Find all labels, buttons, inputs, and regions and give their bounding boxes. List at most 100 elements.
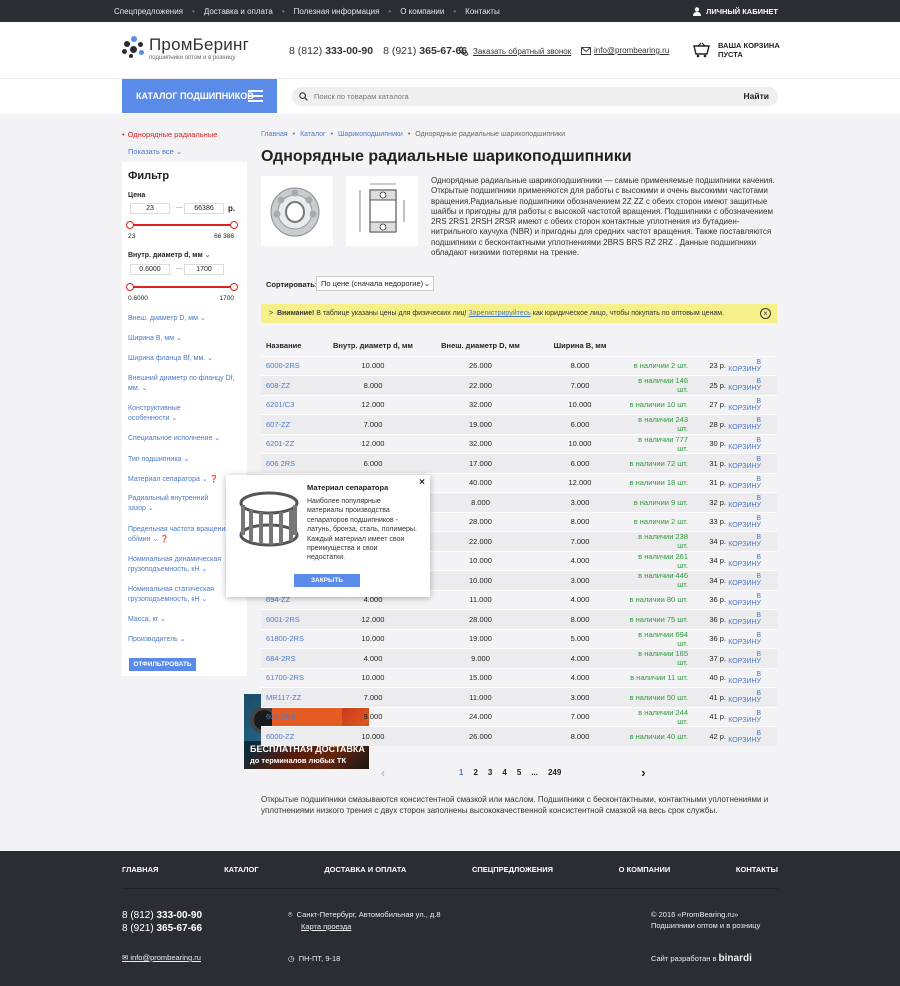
help-icon[interactable]: ❓ — [160, 536, 169, 543]
search-input[interactable]: Поиск по товарам каталога — [314, 92, 409, 101]
footer-nav-contacts[interactable]: КОНТАКТЫ — [736, 865, 778, 874]
email-link[interactable]: info@prombearing.ru — [581, 46, 669, 55]
add-to-cart-button[interactable]: В КОРЗИНУ — [726, 394, 777, 415]
footer-nav-catalog[interactable]: КАТАЛОГ — [224, 865, 259, 874]
callback-link[interactable]: Заказать обратный звонок — [459, 46, 571, 56]
sort-select[interactable]: По цене (сначала недорогие) ⌄ — [316, 276, 434, 291]
filter-special[interactable]: Специальное исполнение ⌄ — [128, 434, 220, 444]
add-to-cart-button[interactable]: В КОРЗИНУ — [726, 589, 777, 610]
footer-nav-delivery[interactable]: ДОСТАВКА И ОПЛАТА — [324, 865, 406, 874]
add-to-cart-button[interactable]: В КОРЗИНУ — [726, 667, 777, 688]
page-2[interactable]: 2 — [473, 768, 477, 777]
product-name[interactable]: 6001-2RS — [261, 609, 319, 629]
filter-outer-d[interactable]: Внеш. диаметр D, мм ⌄ — [128, 314, 206, 324]
top-nav-about[interactable]: О компании — [400, 7, 444, 16]
price-slider[interactable] — [126, 221, 238, 229]
filter-width[interactable]: Ширина B, мм ⌄ — [128, 334, 182, 344]
add-to-cart-button[interactable]: В КОРЗИНУ — [726, 414, 777, 434]
product-name[interactable]: 607-ZZ — [261, 414, 319, 434]
phone-1[interactable]: 8 (812) 333-00-90 — [289, 45, 373, 57]
next-page-icon[interactable]: › — [641, 765, 645, 780]
close-icon[interactable]: × — [760, 308, 771, 319]
inner-d-label[interactable]: Внутр. диаметр d, мм ⌄ — [128, 251, 210, 259]
show-all-link[interactable]: Показать все ⌄ — [128, 147, 247, 156]
help-icon[interactable]: ❓ — [210, 476, 219, 483]
add-to-cart-button[interactable]: В КОРЗИНУ — [726, 453, 777, 473]
filter-button[interactable]: ОТФИЛЬТРОВАТЬ — [129, 658, 196, 671]
col-name[interactable]: Название — [261, 336, 319, 356]
add-to-cart-button[interactable]: В КОРЗИНУ — [726, 706, 777, 727]
phone-2[interactable]: 8 (921) 365-67-66 — [383, 45, 467, 57]
prev-page-icon[interactable]: ‹ — [381, 766, 385, 780]
product-name[interactable]: 609-2RS — [261, 706, 319, 727]
add-to-cart-button[interactable]: В КОРЗИНУ — [726, 726, 777, 746]
filter-manufacturer[interactable]: Производитель ⌄ — [128, 635, 186, 645]
product-name[interactable]: 608-ZZ — [261, 375, 319, 395]
footer-nav-about[interactable]: О КОМПАНИИ — [619, 865, 671, 874]
map-link[interactable]: Карта проезда — [301, 922, 351, 931]
col-inner-d[interactable]: Внутр. диаметр d, мм — [319, 336, 427, 356]
filter-mass[interactable]: Масса, кг ⌄ — [128, 615, 166, 625]
filter-cage-material[interactable]: Материал сепаратора ⌄ ❓ — [128, 475, 218, 485]
inner-d-max-input[interactable]: 1700 — [184, 264, 224, 275]
price-min-input[interactable]: 23 — [130, 203, 170, 214]
add-to-cart-button[interactable]: В КОРЗИНУ — [726, 472, 777, 493]
filter-flange-width[interactable]: Ширина фланца Bf, мм. ⌄ — [128, 354, 213, 364]
product-name[interactable]: 684-2RS — [261, 648, 319, 668]
col-width[interactable]: Ширина B, мм — [534, 336, 626, 356]
logo[interactable]: ПромБеринг подшипники оптом и в розницу — [122, 35, 249, 61]
product-name[interactable]: 606 2RS — [261, 453, 319, 473]
price-max-input[interactable]: 66386 — [184, 203, 224, 214]
catalog-button[interactable]: КАТАЛОГ ПОДШИПНИКОВ — [122, 79, 277, 113]
product-name[interactable]: 61700-2RS — [261, 667, 319, 688]
page-last[interactable]: 249 — [548, 768, 561, 777]
page-3[interactable]: 3 — [488, 768, 492, 777]
add-to-cart-button[interactable]: В КОРЗИНУ — [726, 375, 777, 395]
sidebar-active-category[interactable]: Однорядные радиальные — [122, 130, 247, 139]
product-name[interactable]: 6201/C3 — [261, 394, 319, 415]
filter-clearance[interactable]: Радиальный внутренний зазор ⌄ — [128, 494, 228, 514]
add-to-cart-button[interactable]: В КОРЗИНУ — [726, 355, 777, 376]
product-name[interactable]: 6000-2RS — [261, 355, 319, 376]
register-link[interactable]: Зарегистрируйтесь — [469, 310, 531, 317]
add-to-cart-button[interactable]: В КОРЗИНУ — [726, 531, 777, 551]
filter-design[interactable]: Конструктивные особенности ⌄ — [128, 404, 208, 424]
bearing-drawing[interactable] — [346, 176, 418, 246]
close-icon[interactable]: × — [419, 477, 425, 488]
product-name[interactable]: 6201-ZZ — [261, 433, 319, 454]
breadcrumb-home[interactable]: Главная — [261, 131, 288, 138]
product-name[interactable]: 61800-2RS — [261, 628, 319, 649]
footer-phone-2[interactable]: 8 (921) 365-67-66 — [122, 922, 202, 935]
developer-credit[interactable]: Сайт разработан в binardi — [651, 953, 752, 964]
top-nav-delivery[interactable]: Доставка и оплата — [204, 7, 273, 16]
bearing-photo[interactable] — [261, 176, 333, 246]
add-to-cart-button[interactable]: В КОРЗИНУ — [726, 687, 777, 707]
page-5[interactable]: 5 — [517, 768, 521, 777]
top-nav-specials[interactable]: Спецпредложения — [114, 7, 183, 16]
add-to-cart-button[interactable]: В КОРЗИНУ — [726, 648, 777, 668]
breadcrumb-ball-bearings[interactable]: Шарикоподшипники — [338, 131, 403, 138]
filter-type[interactable]: Тип подшипника ⌄ — [128, 455, 189, 465]
inner-d-min-input[interactable]: 0.6000 — [130, 264, 170, 275]
product-name[interactable]: 6000-ZZ — [261, 726, 319, 746]
account-link[interactable]: ЛИЧНЫЙ КАБИНЕТ — [693, 0, 778, 22]
cart[interactable]: ВАША КОРЗИНА ПУСТА — [693, 41, 780, 59]
filter-max-speed[interactable]: Предельная частота вращения, об/мин ⌄ ❓ — [128, 525, 238, 545]
filter-flange-diameter[interactable]: Внешний диаметр по фланцу Df, мм. ⌄ — [128, 374, 238, 394]
footer-email[interactable]: ✉ info@prombearing.ru — [122, 953, 201, 962]
add-to-cart-button[interactable]: В КОРЗИНУ — [726, 511, 777, 532]
search-button[interactable]: Найти — [744, 91, 769, 101]
page-1[interactable]: 1 — [459, 768, 463, 777]
product-name[interactable]: MR117-ZZ — [261, 687, 319, 707]
breadcrumb-catalog[interactable]: Каталог — [300, 131, 325, 138]
footer-phone-1[interactable]: 8 (812) 333-00-90 — [122, 909, 202, 922]
inner-d-slider[interactable] — [126, 283, 238, 291]
add-to-cart-button[interactable]: В КОРЗИНУ — [726, 492, 777, 512]
col-outer-d[interactable]: Внеш. диаметр D, мм — [427, 336, 534, 356]
popup-close-button[interactable]: ЗАКРЫТЬ — [294, 574, 360, 587]
top-nav-info[interactable]: Полезная информация — [294, 7, 380, 16]
add-to-cart-button[interactable]: В КОРЗИНУ — [726, 628, 777, 649]
footer-nav-home[interactable]: ГЛАВНАЯ — [122, 865, 158, 874]
add-to-cart-button[interactable]: В КОРЗИНУ — [726, 433, 777, 454]
search-bar[interactable]: Поиск по товарам каталога Найти — [292, 87, 778, 106]
